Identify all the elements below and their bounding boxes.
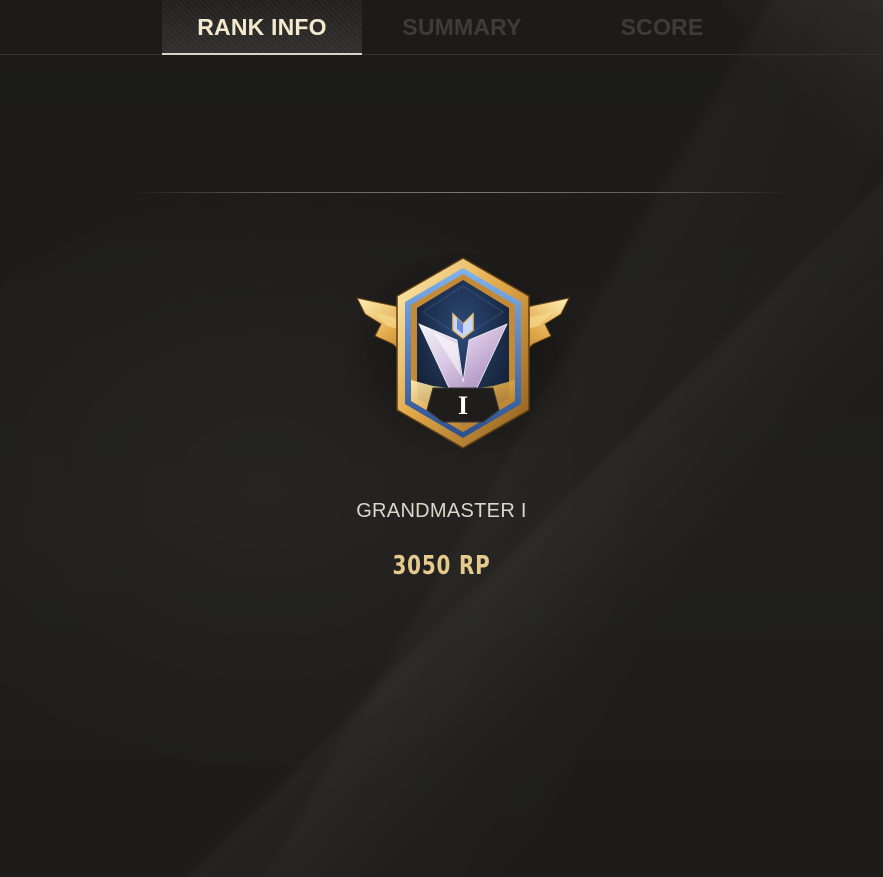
tab-score[interactable]: SCORE (562, 0, 762, 54)
rank-name: GRANDMASTER I (356, 500, 527, 522)
tab-rank-info[interactable]: RANK INFO (162, 0, 362, 55)
rank-points: 3050 RP (392, 551, 491, 581)
rank-numeral: I (458, 391, 468, 420)
grandmaster-rank-emblem-icon: I (356, 257, 570, 449)
tab-bar: RANK INFO SUMMARY SCORE (0, 0, 883, 55)
tab-summary[interactable]: SUMMARY (362, 0, 562, 54)
section-divider (135, 192, 790, 193)
